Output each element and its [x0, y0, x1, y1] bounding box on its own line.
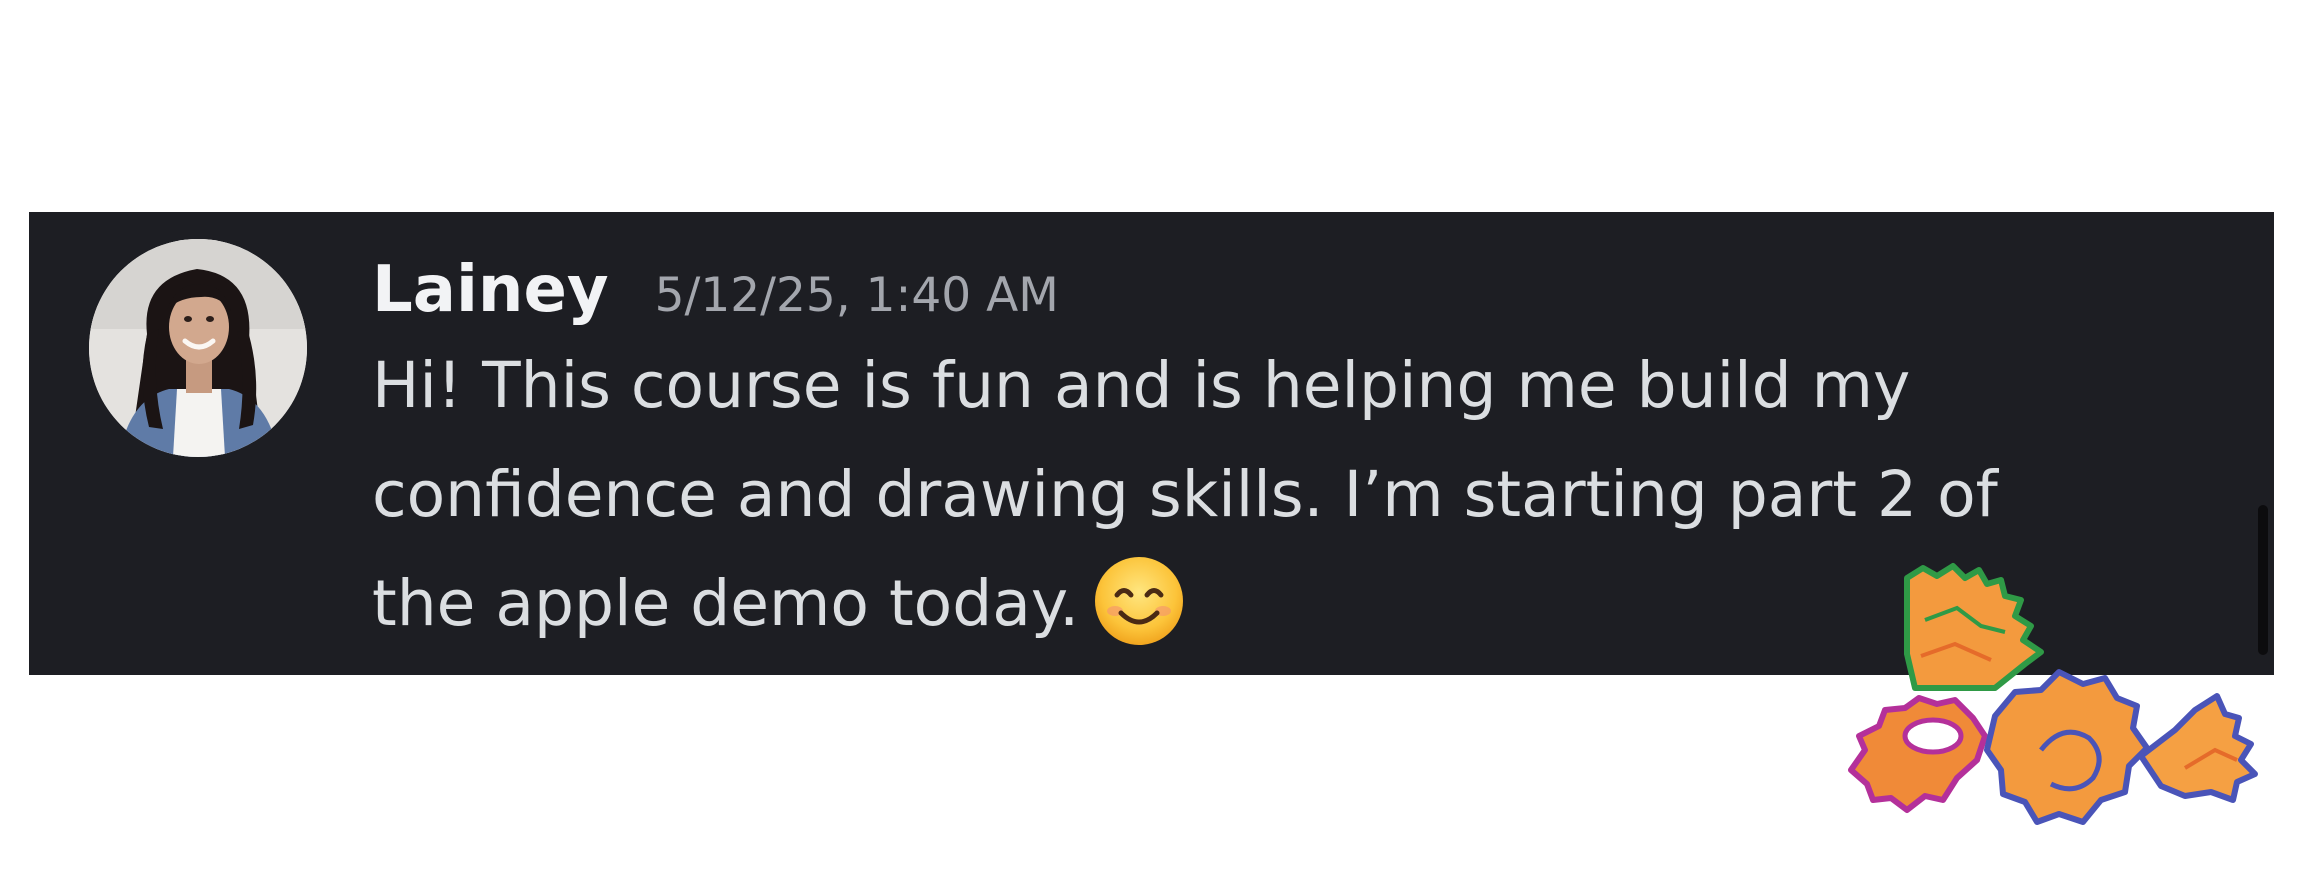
pencil-shavings-icon — [1845, 560, 2265, 845]
smiling-face-emoji-icon — [1091, 553, 1187, 649]
author-name[interactable]: Lainey — [372, 250, 609, 330]
message-line: Hi! This course is fun and is helping me… — [372, 349, 1911, 422]
message-line: confidence and drawing skills. I’m start… — [372, 458, 1998, 531]
avatar-photo — [89, 239, 307, 457]
message-line: the apple demo today. — [372, 567, 1080, 640]
avatar[interactable] — [89, 239, 307, 457]
message-header: Lainey 5/12/25, 1:40 AM — [372, 250, 2232, 330]
message-timestamp: 5/12/25, 1:40 AM — [654, 268, 1059, 323]
